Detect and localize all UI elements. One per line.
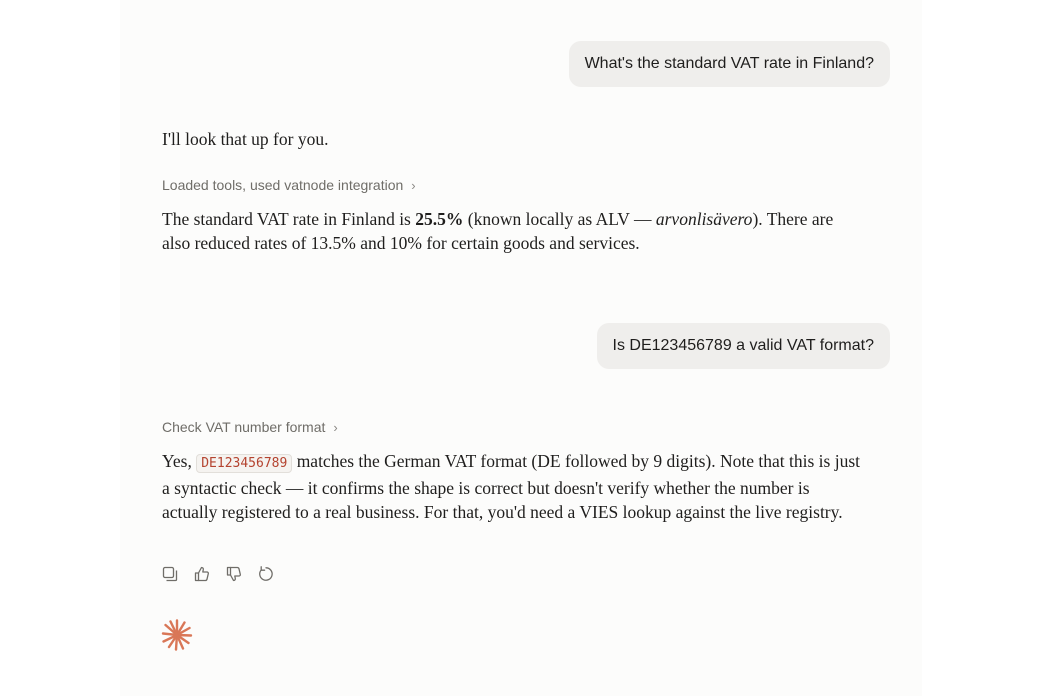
assistant-message-answer-2: Yes, DE123456789 matches the German VAT … <box>162 449 862 524</box>
user-message-text: What's the standard VAT rate in Finland? <box>584 55 874 72</box>
chevron-right-icon: › <box>333 419 338 435</box>
tool-use-summary-1[interactable]: Loaded tools, used vatnode integration › <box>162 177 416 193</box>
assistant-intro-text: I'll look that up for you. <box>162 129 329 149</box>
message-actions <box>160 564 276 584</box>
answer-2-text-start: Yes, <box>162 451 197 471</box>
assistant-message-answer-1: The standard VAT rate in Finland is 25.5… <box>162 207 862 255</box>
tool-use-label: Check VAT number format <box>162 419 326 435</box>
thumbs-up-button[interactable] <box>192 564 212 584</box>
tool-use-label: Loaded tools, used vatnode integration <box>162 177 404 193</box>
answer-1-text-start: The standard VAT rate in Finland is <box>162 209 416 229</box>
answer-1-text-mid: (known locally as ALV — <box>463 209 656 229</box>
local-term-italic: arvonlisävero <box>655 209 753 229</box>
user-message-1: What's the standard VAT rate in Finland? <box>568 41 890 87</box>
thumbs-down-button[interactable] <box>224 564 244 584</box>
answer-2-paragraph: Yes, DE123456789 matches the German VAT … <box>162 449 862 524</box>
vat-number-code: DE123456789 <box>196 454 293 473</box>
chat-column: What's the standard VAT rate in Finland?… <box>120 0 922 696</box>
copy-icon <box>162 566 178 582</box>
thumbs-down-icon <box>226 566 241 582</box>
copy-button[interactable] <box>160 564 180 584</box>
user-message-text: Is DE123456789 a valid VAT format? <box>612 337 874 354</box>
vat-rate-bold: 25.5% <box>415 209 464 229</box>
assistant-message-intro: I'll look that up for you. <box>162 127 862 151</box>
user-message-2: Is DE123456789 a valid VAT format? <box>596 323 890 369</box>
chevron-right-icon: › <box>411 177 416 193</box>
retry-icon <box>259 566 273 581</box>
answer-1-paragraph: The standard VAT rate in Finland is 25.5… <box>162 207 862 255</box>
retry-button[interactable] <box>256 564 276 584</box>
tool-use-summary-2[interactable]: Check VAT number format › <box>162 419 338 435</box>
thumbs-up-icon <box>194 566 209 582</box>
sparkle-logo-icon <box>161 619 193 651</box>
